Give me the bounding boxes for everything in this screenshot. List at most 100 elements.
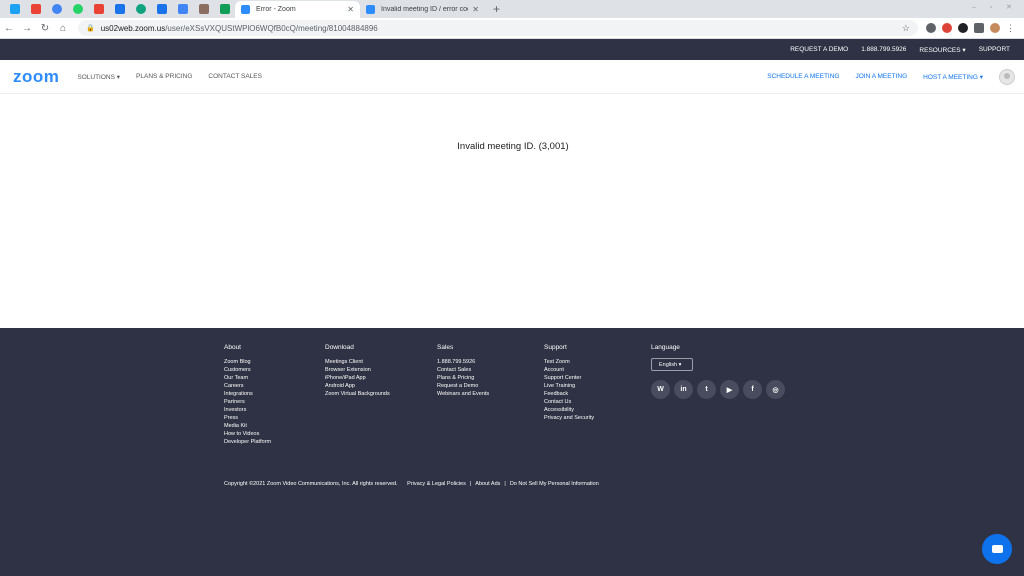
resources-label: RESOURCES [919,46,961,54]
chat-button[interactable] [982,534,1012,564]
footer-link[interactable]: Privacy and Security [544,414,594,422]
pinned-tab[interactable] [46,0,67,18]
footer-link[interactable]: Request a Demo [437,382,489,390]
footer-link[interactable]: Contact Sales [437,366,489,374]
footer-link[interactable]: 1.888.799.5926 [437,358,489,366]
address-bar[interactable]: 🔒 us02web.zoom.us/user/eXSsVXQUStWPlO6WQ… [78,20,918,36]
footer-link[interactable]: Integrations [224,390,271,398]
footer-link[interactable]: Our Team [224,374,271,382]
extension-icon[interactable] [926,23,936,33]
window-controls[interactable]: – ▫ ✕ [972,3,1018,11]
footer-link[interactable]: Contact Us [544,398,594,406]
instagram-icon[interactable]: ◎ [766,380,785,399]
sheets-icon [219,4,230,14]
profile-avatar-icon[interactable] [990,23,1000,33]
footer-link[interactable]: Test Zoom [544,358,594,366]
pinned-tab[interactable] [67,0,88,18]
extension-icon[interactable] [942,23,952,33]
primary-nav: SOLUTIONS ▾ PLANS & PRICING CONTACT SALE… [77,73,262,81]
request-demo-link[interactable]: REQUEST A DEMO [790,46,848,53]
contact-sales-link[interactable]: CONTACT SALES [208,73,262,81]
pinned-tab[interactable] [109,0,130,18]
footer-link[interactable]: Zoom Virtual Backgrounds [325,390,390,398]
footer-link[interactable]: Browser Extension [325,366,390,374]
resources-menu[interactable]: RESOURCES ▾ [919,46,965,54]
phone-link[interactable]: 1.888.799.5926 [861,46,906,53]
new-tab-icon[interactable]: + [493,1,500,18]
footer-link[interactable]: Support Center [544,374,594,382]
copyright-text: Copyright ©2021 Zoom Video Communication… [224,481,398,487]
footer-link[interactable]: Plans & Pricing [437,374,489,382]
pinned-tab[interactable] [172,0,193,18]
schedule-meeting-link[interactable]: SCHEDULE A MEETING [767,73,839,80]
browser-tab-bar: Error - Zoom ✕ Invalid meeting ID / erro… [0,0,1024,18]
footer-link[interactable]: Webinars and Events [437,390,489,398]
youtube-icon[interactable]: ▶ [720,380,739,399]
puzzle-icon[interactable] [974,23,984,33]
footer-link[interactable]: Android App [325,382,390,390]
footer-link[interactable]: Customers [224,366,271,374]
plans-pricing-link[interactable]: PLANS & PRICING [136,73,192,81]
chatgpt-icon [135,4,146,14]
footer-link[interactable]: Careers [224,382,271,390]
language-select[interactable]: English ▾ [651,358,693,371]
bookmark-star-icon[interactable]: ☆ [902,23,910,34]
footer-link[interactable]: Investors [224,406,271,414]
footer-link[interactable]: Account [544,366,594,374]
url-path: /user/eXSsVXQUStWPlO6WQfB0cQ/meeting/810… [165,23,378,33]
footer-link[interactable]: Press [224,414,271,422]
error-message: Invalid meeting ID. (3,001) [457,141,569,152]
contacts-icon [198,4,209,14]
support-link[interactable]: SUPPORT [979,46,1010,53]
reload-icon[interactable]: ↻ [36,23,54,34]
linkedin-icon[interactable]: in [674,380,693,399]
url-host: us02web.zoom.us [100,23,166,33]
twitter-icon[interactable]: t [697,380,716,399]
footer-link[interactable]: Developer Platform [224,438,271,446]
footer-link[interactable]: Partners [224,398,271,406]
do-not-sell-link[interactable]: Do Not Sell My Personal Information [510,481,599,487]
pinned-tab[interactable] [214,0,235,18]
user-avatar[interactable] [999,68,1015,85]
close-tab-icon[interactable]: ✕ [347,5,354,14]
footer-link[interactable]: iPhone/iPad App [325,374,390,382]
footer-link[interactable]: Live Training [544,382,594,390]
home-icon[interactable]: ⌂ [54,23,72,34]
pinned-tab[interactable] [4,0,25,18]
join-meeting-link[interactable]: JOIN A MEETING [855,73,907,80]
footer-link[interactable]: Media Kit [224,422,271,430]
pinned-tab[interactable] [130,0,151,18]
solutions-menu[interactable]: SOLUTIONS ▾ [77,73,120,81]
footer-heading: About [224,344,241,351]
extension-icon[interactable] [958,23,968,33]
pinned-tabs [0,0,235,18]
social-links: W in t ▶ f ◎ [651,380,785,399]
lock-icon: 🔒 [86,25,95,32]
utility-bar: REQUEST A DEMO 1.888.799.5926 RESOURCES … [0,39,1024,60]
footer-link[interactable]: Accessibility [544,406,594,414]
footer-link[interactable]: Zoom Blog [224,358,271,366]
footer-link[interactable]: Meetings Client [325,358,390,366]
close-tab-icon[interactable]: ✕ [472,5,479,14]
zoom-logo[interactable]: zoom [13,67,59,87]
host-meeting-menu[interactable]: HOST A MEETING ▾ [923,73,983,81]
back-icon[interactable]: ← [0,23,18,34]
wordpress-icon[interactable]: W [651,380,670,399]
footer-link[interactable]: How to Videos [224,430,271,438]
pinned-tab[interactable] [88,0,109,18]
pinned-tab[interactable] [25,0,46,18]
zoom-favicon-icon [241,5,250,14]
footer-link[interactable]: Feedback [544,390,594,398]
privacy-link[interactable]: Privacy & Legal Policies [407,481,466,487]
browser-tab-active[interactable]: Error - Zoom ✕ [235,1,360,18]
about-ads-link[interactable]: About Ads [475,481,500,487]
footer-heading: Sales [437,344,454,351]
footer-heading: Language [651,344,680,351]
menu-dots-icon[interactable]: ⋮ [1006,23,1015,33]
facebook-icon[interactable]: f [743,380,762,399]
browser-tab[interactable]: Invalid meeting ID / error code ✕ [360,1,485,18]
pinned-tab[interactable] [193,0,214,18]
pinned-tab[interactable] [151,0,172,18]
twitter-icon [9,4,20,14]
forward-icon[interactable]: → [18,23,36,34]
